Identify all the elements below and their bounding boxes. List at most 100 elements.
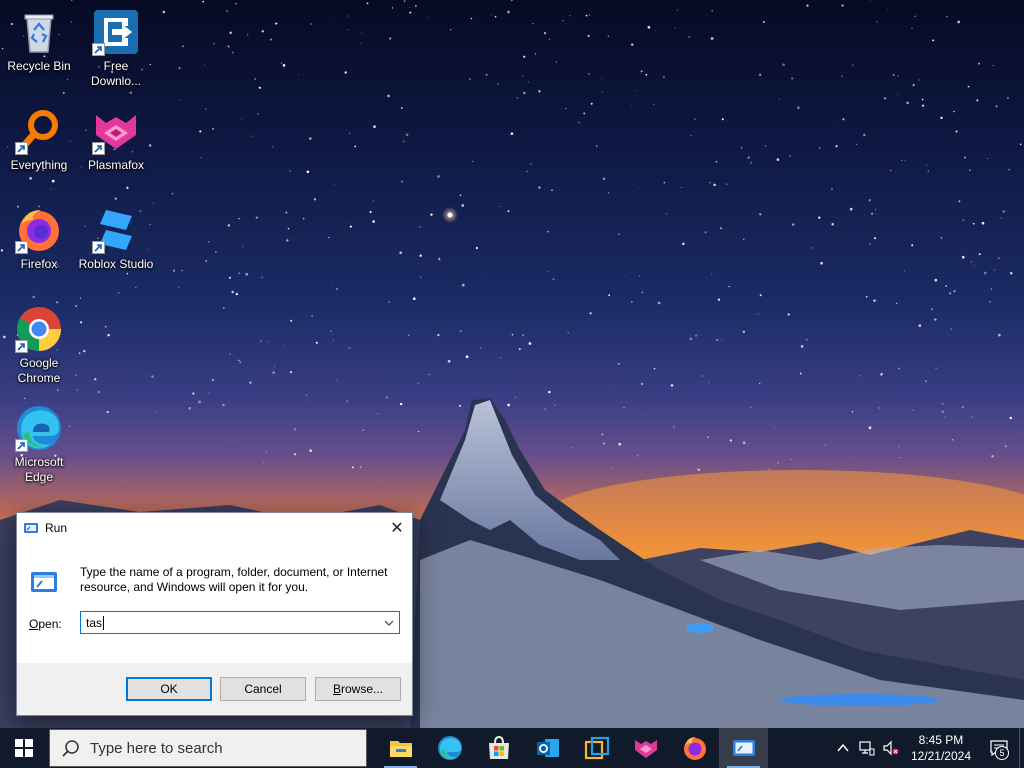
wallpaper-star (391, 7, 394, 9)
browse-button[interactable]: Browse... (315, 677, 401, 701)
wallpaper-star (179, 99, 181, 101)
wallpaper-star (692, 435, 693, 437)
wallpaper-star (403, 0, 406, 2)
wallpaper-star (29, 177, 32, 180)
desktop-icon-firefox[interactable]: Firefox (0, 206, 78, 272)
taskbar-app-file-explorer[interactable] (376, 728, 425, 768)
wallpaper-star (373, 125, 376, 129)
wallpaper-star (570, 446, 573, 449)
wallpaper-star (235, 2, 237, 5)
open-input[interactable] (81, 612, 379, 633)
wallpaper-star (281, 371, 283, 372)
wallpaper-star (332, 340, 334, 342)
wallpaper-star (507, 210, 510, 213)
desktop-icon-google-chrome[interactable]: Google Chrome (0, 305, 78, 386)
wallpaper-star (287, 227, 290, 230)
wallpaper-star (897, 75, 899, 77)
desktop-icon-roblox-studio[interactable]: Roblox Studio (77, 206, 155, 272)
volume-button[interactable] (879, 728, 903, 768)
wallpaper-star (878, 407, 880, 409)
wallpaper-star (567, 332, 569, 334)
browse-accesskey: B (332, 682, 341, 696)
taskbar-app-firefox[interactable] (670, 728, 719, 768)
wallpaper-star (62, 91, 65, 94)
wallpaper-star (883, 96, 887, 100)
wallpaper-star (465, 355, 469, 359)
wallpaper-star (315, 341, 318, 344)
cancel-button[interactable]: Cancel (220, 677, 306, 701)
wallpaper-star (413, 297, 416, 300)
windows-logo-icon (15, 739, 33, 757)
wallpaper-star (192, 392, 195, 395)
wallpaper-star (690, 134, 692, 136)
wallpaper-star (676, 9, 678, 11)
wallpaper-star (439, 259, 441, 261)
wallpaper-star (841, 4, 844, 7)
wallpaper-star (126, 186, 129, 189)
wallpaper-star (641, 291, 644, 294)
wallpaper-star (208, 241, 210, 243)
desktop-icon-plasmafox[interactable]: Plasmafox (77, 107, 155, 173)
wallpaper-star (414, 4, 417, 7)
wallpaper-star (682, 242, 685, 246)
taskbar-app-run[interactable] (719, 728, 768, 768)
chevron-down-icon[interactable] (379, 612, 399, 633)
wallpaper-star (215, 251, 217, 253)
wallpaper-star (523, 91, 526, 95)
taskbar-app-outlook[interactable] (523, 728, 572, 768)
wallpaper-star (949, 292, 952, 295)
wallpaper-star (707, 436, 709, 439)
wallpaper-star (485, 73, 488, 76)
desktop-icon-everything[interactable]: Everything (0, 107, 78, 173)
open-combobox[interactable] (80, 611, 400, 634)
run-dialog-titlebar[interactable]: Run ✕ (17, 513, 412, 543)
desktop-icon-microsoft-edge[interactable]: Microsoft Edge (0, 404, 78, 485)
open-label-accesskey: O (29, 617, 39, 631)
taskbar-search-box[interactable]: Type here to search (49, 729, 367, 767)
taskbar-app-store[interactable] (474, 728, 523, 768)
wallpaper-star (911, 244, 914, 247)
wallpaper-star (759, 213, 762, 216)
wallpaper-star (229, 353, 232, 355)
wallpaper-star (831, 105, 833, 107)
wallpaper-star (583, 112, 586, 115)
wallpaper-star (895, 302, 898, 305)
wallpaper-star (298, 74, 300, 76)
taskbar-clock[interactable]: 8:45 PM 12/21/2024 (903, 732, 979, 764)
start-button[interactable] (0, 728, 48, 768)
ok-button[interactable]: OK (126, 677, 212, 701)
show-desktop-button[interactable] (1019, 728, 1024, 768)
taskbar-app-photos[interactable] (572, 728, 621, 768)
taskbar-app-plasmafox[interactable] (621, 728, 670, 768)
wallpaper-star (957, 20, 960, 24)
wallpaper-star (306, 170, 310, 174)
show-hidden-icons-button[interactable] (831, 728, 855, 768)
wallpaper-star (57, 389, 59, 391)
wallpaper-star (876, 300, 878, 302)
wallpaper-star (569, 15, 571, 17)
wallpaper-star (238, 217, 240, 220)
action-center-button[interactable]: 5 (979, 728, 1019, 768)
wallpaper-star (967, 85, 970, 88)
network-button[interactable] (855, 728, 879, 768)
wallpaper-star (776, 158, 780, 161)
close-button[interactable]: ✕ (382, 514, 412, 542)
wallpaper-star (587, 34, 590, 38)
wallpaper-star (892, 74, 895, 76)
run-dialog-footer: OK Cancel Browse... (17, 663, 412, 715)
desktop-icon-free-download-manager[interactable]: Free Downlo... (77, 8, 155, 89)
notification-count-badge: 5 (995, 746, 1009, 760)
wallpaper-star (516, 97, 518, 99)
desktop-icon-recycle-bin[interactable]: Recycle Bin (0, 8, 78, 74)
wallpaper-star (763, 156, 765, 158)
wallpaper-star (458, 404, 462, 408)
wallpaper-star (600, 314, 602, 316)
wallpaper-star (1000, 217, 1002, 219)
network-icon (859, 741, 875, 756)
wallpaper-star (617, 362, 620, 365)
taskbar-app-edge[interactable] (425, 728, 474, 768)
wallpaper-star (961, 255, 965, 259)
wallpaper-star (565, 108, 567, 110)
wallpaper-star (1009, 272, 1013, 275)
wallpaper-star (229, 31, 232, 34)
